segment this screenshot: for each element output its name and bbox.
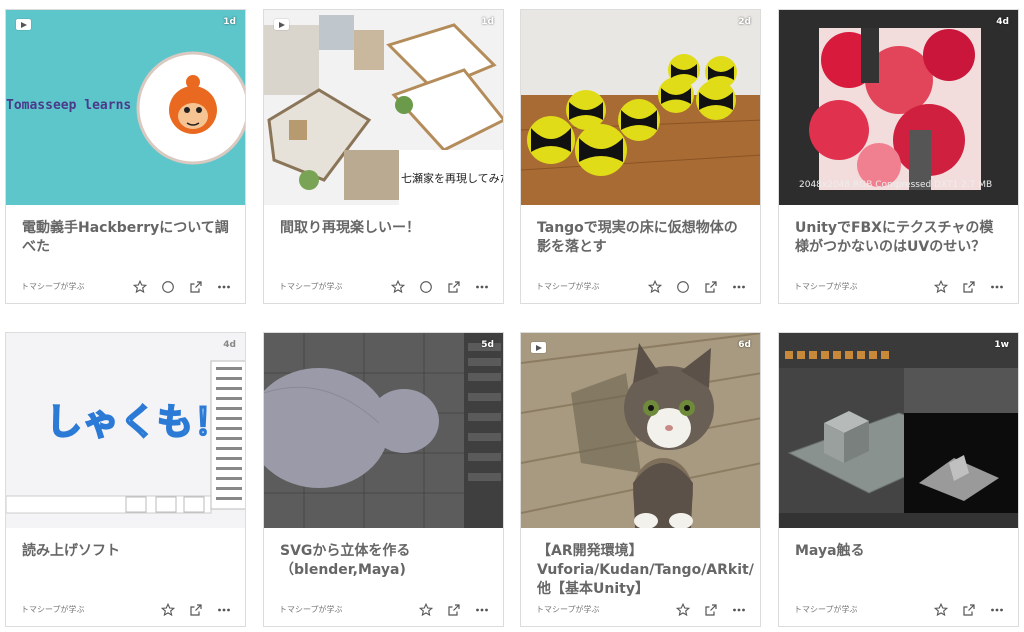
author-name[interactable]: トマシープが学ぶ	[21, 281, 85, 292]
card-ar-env[interactable]: 6d 【AR開発環境】Vuforia/Kudan/Tango/ARkit/他【基…	[520, 332, 761, 627]
card-title[interactable]: Maya触る	[795, 542, 1004, 561]
thumbnail[interactable]: 七瀬家を再現してみた 1d	[264, 10, 503, 205]
thumbnail[interactable]: 2048x2048 RGB Compressed DXT1 2.7 MB 4d	[779, 10, 1018, 205]
author-name[interactable]: トマシープが学ぶ	[794, 604, 858, 615]
card-title[interactable]: 読み上げソフト	[22, 542, 231, 561]
circle-icon[interactable]	[419, 280, 433, 294]
thumbnail[interactable]: 1w	[779, 333, 1018, 528]
star-icon[interactable]	[133, 280, 147, 294]
external-link-icon[interactable]	[962, 280, 976, 294]
age-badge: 2d	[738, 17, 751, 27]
thumbnail-logo: しゃくも！	[45, 401, 232, 444]
star-icon[interactable]	[676, 603, 690, 617]
star-icon[interactable]	[934, 280, 948, 294]
video-icon	[274, 19, 289, 30]
circle-icon[interactable]	[161, 280, 175, 294]
more-icon[interactable]	[990, 280, 1004, 294]
thumbnail-caption: 七瀬家を再現してみた	[401, 172, 503, 185]
card-title[interactable]: 間取り再現楽しいー！	[280, 219, 489, 238]
thumbnail[interactable]: Tomasseep learns 1d	[6, 10, 245, 205]
more-icon[interactable]	[732, 603, 746, 617]
thumbnail[interactable]: 5d	[264, 333, 503, 528]
star-icon[interactable]	[161, 603, 175, 617]
external-link-icon[interactable]	[704, 280, 718, 294]
card-maya[interactable]: 1w Maya触る トマシープが学ぶ	[778, 332, 1019, 627]
card-tango-shadow[interactable]: 2d Tangoで現実の床に仮想物体の影を落とす トマシープが学ぶ	[520, 9, 761, 304]
external-link-icon[interactable]	[189, 280, 203, 294]
author-name[interactable]: トマシープが学ぶ	[794, 281, 858, 292]
age-badge: 5d	[481, 340, 494, 350]
thumbnail[interactable]: しゃくも！ 4d	[6, 333, 245, 528]
age-badge: 4d	[223, 340, 236, 350]
thumbnail-caption: 2048x2048 RGB Compressed DXT1 2.7 MB	[799, 180, 993, 190]
video-icon	[531, 342, 546, 353]
card-title[interactable]: Tangoで現実の床に仮想物体の影を落とす	[537, 219, 746, 257]
star-icon[interactable]	[648, 280, 662, 294]
author-name[interactable]: トマシープが学ぶ	[536, 604, 600, 615]
card-madori[interactable]: 七瀬家を再現してみた 1d 間取り再現楽しいー！ トマシープが学ぶ	[263, 9, 504, 304]
video-icon	[16, 19, 31, 30]
card-yomiage[interactable]: しゃくも！ 4d 読み上げソフト トマシープが学ぶ	[5, 332, 246, 627]
card-title[interactable]: UnityでFBXにテクスチャの模様がつかないのはUVのせい？	[795, 219, 1004, 257]
age-badge: 6d	[738, 340, 751, 350]
author-name[interactable]: トマシープが学ぶ	[536, 281, 600, 292]
age-badge: 1w	[994, 340, 1009, 350]
age-badge: 4d	[996, 17, 1009, 27]
star-icon[interactable]	[419, 603, 433, 617]
more-icon[interactable]	[475, 603, 489, 617]
author-name[interactable]: トマシープが学ぶ	[279, 281, 343, 292]
card-unity-fbx[interactable]: 2048x2048 RGB Compressed DXT1 2.7 MB 4d …	[778, 9, 1019, 304]
card-svg-3d[interactable]: 5d SVGから立体を作る（blender,Maya) トマシープが学ぶ	[263, 332, 504, 627]
card-hackberry[interactable]: Tomasseep learns 1d 電動義手Hackberryについて調べた…	[5, 9, 246, 304]
more-icon[interactable]	[217, 280, 231, 294]
external-link-icon[interactable]	[704, 603, 718, 617]
card-title[interactable]: 電動義手Hackberryについて調べた	[22, 219, 231, 257]
age-badge: 1d	[481, 17, 494, 27]
external-link-icon[interactable]	[189, 603, 203, 617]
thumbnail[interactable]: 2d	[521, 10, 760, 205]
external-link-icon[interactable]	[962, 603, 976, 617]
author-name[interactable]: トマシープが学ぶ	[279, 604, 343, 615]
circle-icon[interactable]	[676, 280, 690, 294]
age-badge: 1d	[223, 17, 236, 27]
thumbnail[interactable]: 6d	[521, 333, 760, 528]
card-title[interactable]: 【AR開発環境】Vuforia/Kudan/Tango/ARkit/他【基本Un…	[537, 542, 754, 599]
author-name[interactable]: トマシープが学ぶ	[21, 604, 85, 615]
card-title[interactable]: SVGから立体を作る（blender,Maya)	[280, 542, 489, 580]
more-icon[interactable]	[475, 280, 489, 294]
external-link-icon[interactable]	[447, 280, 461, 294]
star-icon[interactable]	[934, 603, 948, 617]
more-icon[interactable]	[217, 603, 231, 617]
star-icon[interactable]	[391, 280, 405, 294]
thumbnail-caption: Tomasseep learns	[6, 98, 132, 113]
more-icon[interactable]	[990, 603, 1004, 617]
more-icon[interactable]	[732, 280, 746, 294]
external-link-icon[interactable]	[447, 603, 461, 617]
